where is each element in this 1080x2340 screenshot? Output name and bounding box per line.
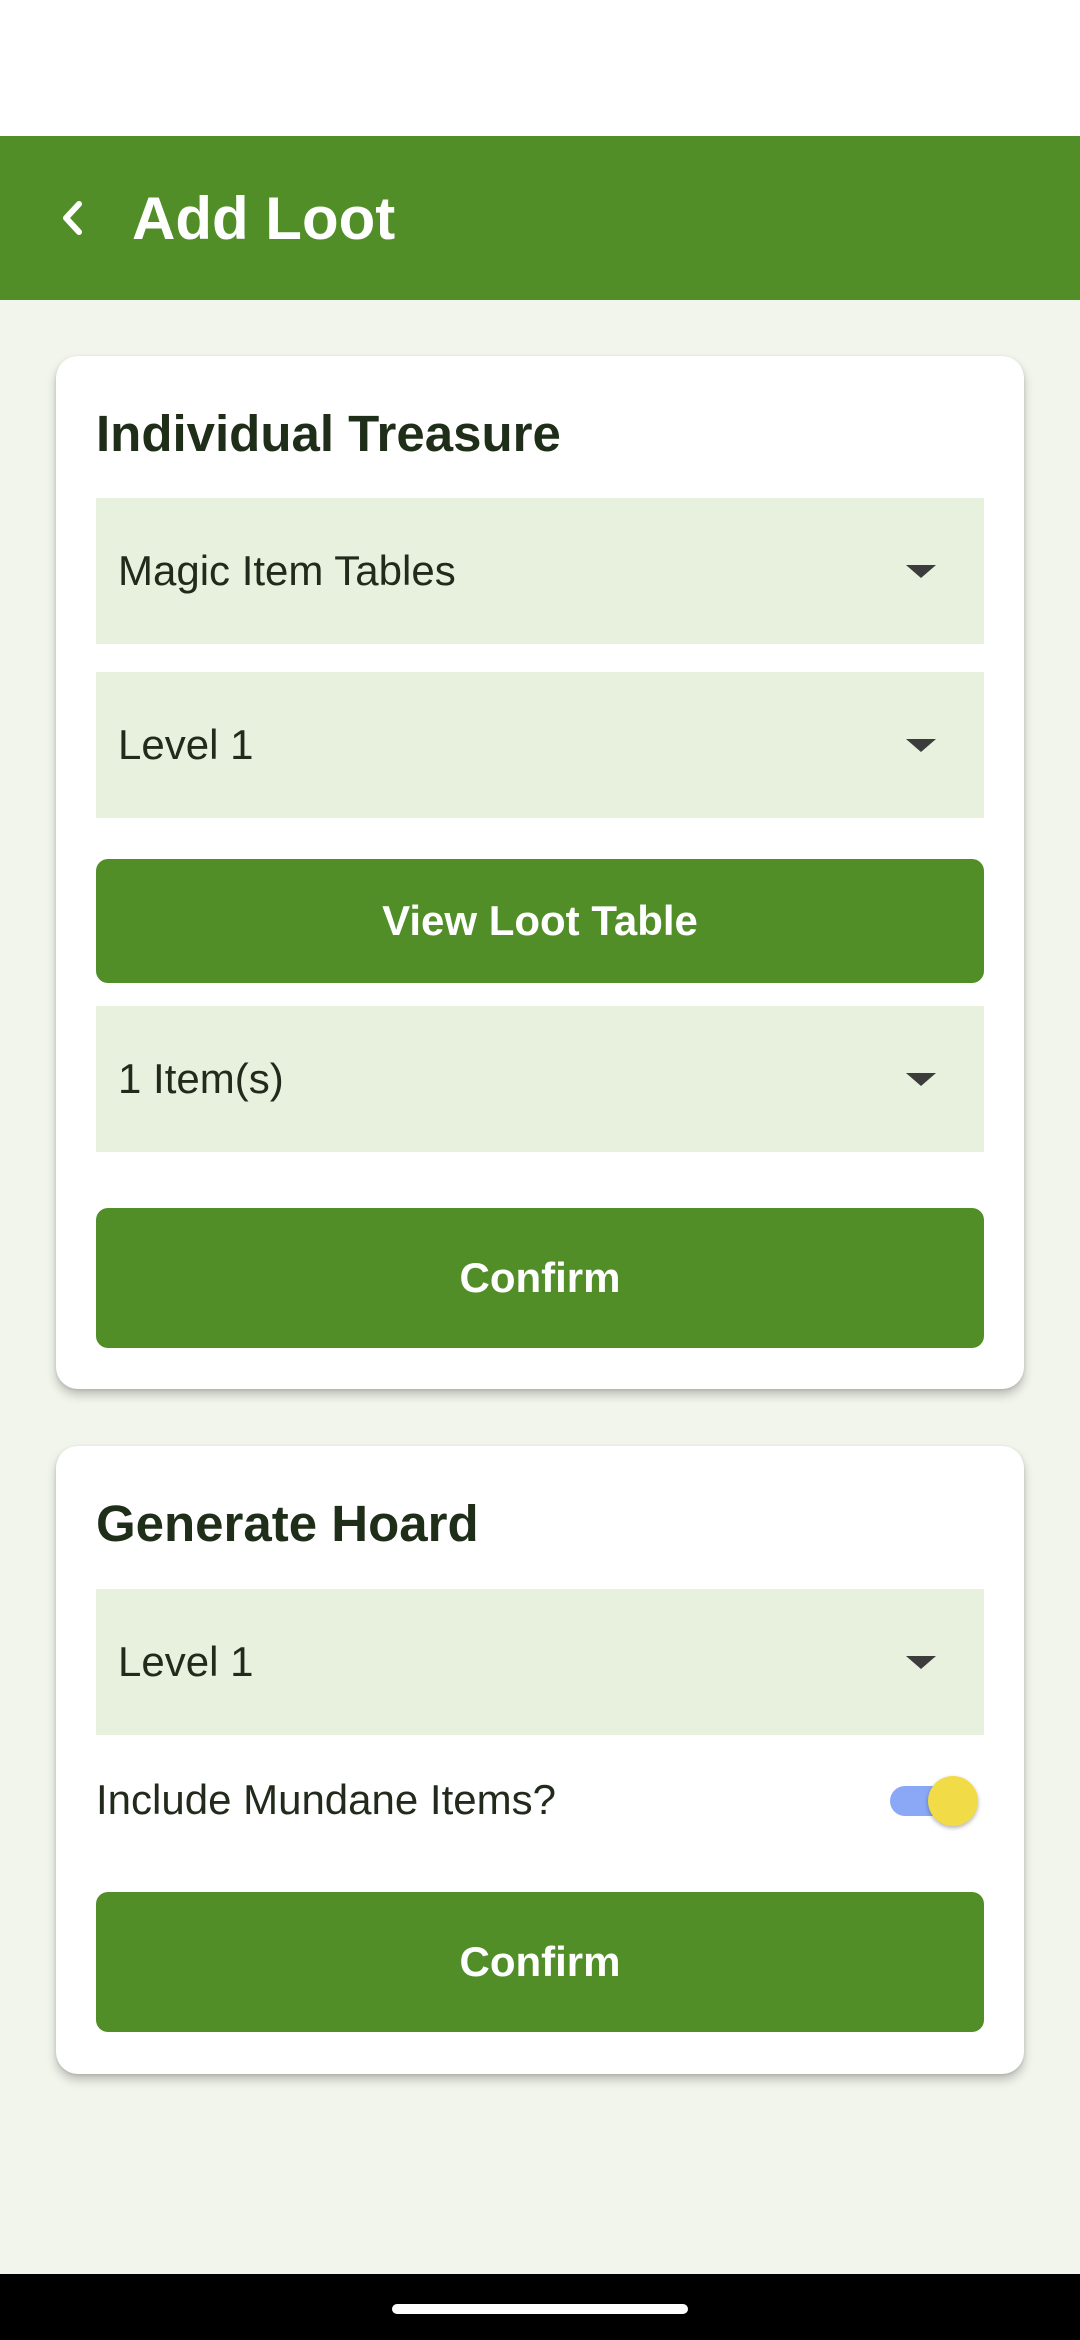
page-title: Add Loot bbox=[132, 184, 396, 252]
hoard-level-value: Level 1 bbox=[118, 1638, 254, 1685]
home-indicator[interactable] bbox=[392, 2304, 688, 2314]
generate-hoard-title: Generate Hoard bbox=[96, 1495, 479, 1552]
treasure-level-value: Level 1 bbox=[118, 721, 254, 768]
mundane-items-row: Include Mundane Items? bbox=[96, 1760, 984, 1840]
table-type-value: Magic Item Tables bbox=[118, 547, 456, 594]
mundane-items-toggle[interactable] bbox=[882, 1770, 978, 1830]
item-count-value: 1 Item(s) bbox=[118, 1055, 284, 1102]
hoard-confirm-button[interactable]: Confirm bbox=[96, 1892, 984, 2032]
item-count-dropdown[interactable]: 1 Item(s) bbox=[96, 1006, 984, 1152]
hoard-level-dropdown[interactable]: Level 1 bbox=[96, 1589, 984, 1735]
caret-down-icon bbox=[906, 1655, 936, 1669]
view-loot-table-button[interactable]: View Loot Table bbox=[96, 859, 984, 983]
chevron-left-icon bbox=[63, 201, 82, 235]
status-bar bbox=[0, 0, 1080, 136]
caret-down-icon bbox=[906, 738, 936, 752]
individual-treasure-title: Individual Treasure bbox=[96, 405, 561, 462]
caret-down-icon bbox=[906, 1072, 936, 1086]
system-nav-bar bbox=[0, 2274, 1080, 2340]
table-type-dropdown[interactable]: Magic Item Tables bbox=[96, 498, 984, 644]
mundane-items-label: Include Mundane Items? bbox=[96, 1776, 556, 1823]
app-bar: Add Loot bbox=[0, 136, 1080, 300]
individual-confirm-button[interactable]: Confirm bbox=[96, 1208, 984, 1348]
back-button[interactable] bbox=[36, 182, 108, 254]
caret-down-icon bbox=[906, 564, 936, 578]
generate-hoard-card: Generate Hoard Level 1 Include Mundane I… bbox=[56, 1446, 1024, 2074]
treasure-level-dropdown[interactable]: Level 1 bbox=[96, 672, 984, 818]
toggle-thumb bbox=[928, 1776, 978, 1826]
individual-treasure-card: Individual Treasure Magic Item Tables Le… bbox=[56, 356, 1024, 1389]
